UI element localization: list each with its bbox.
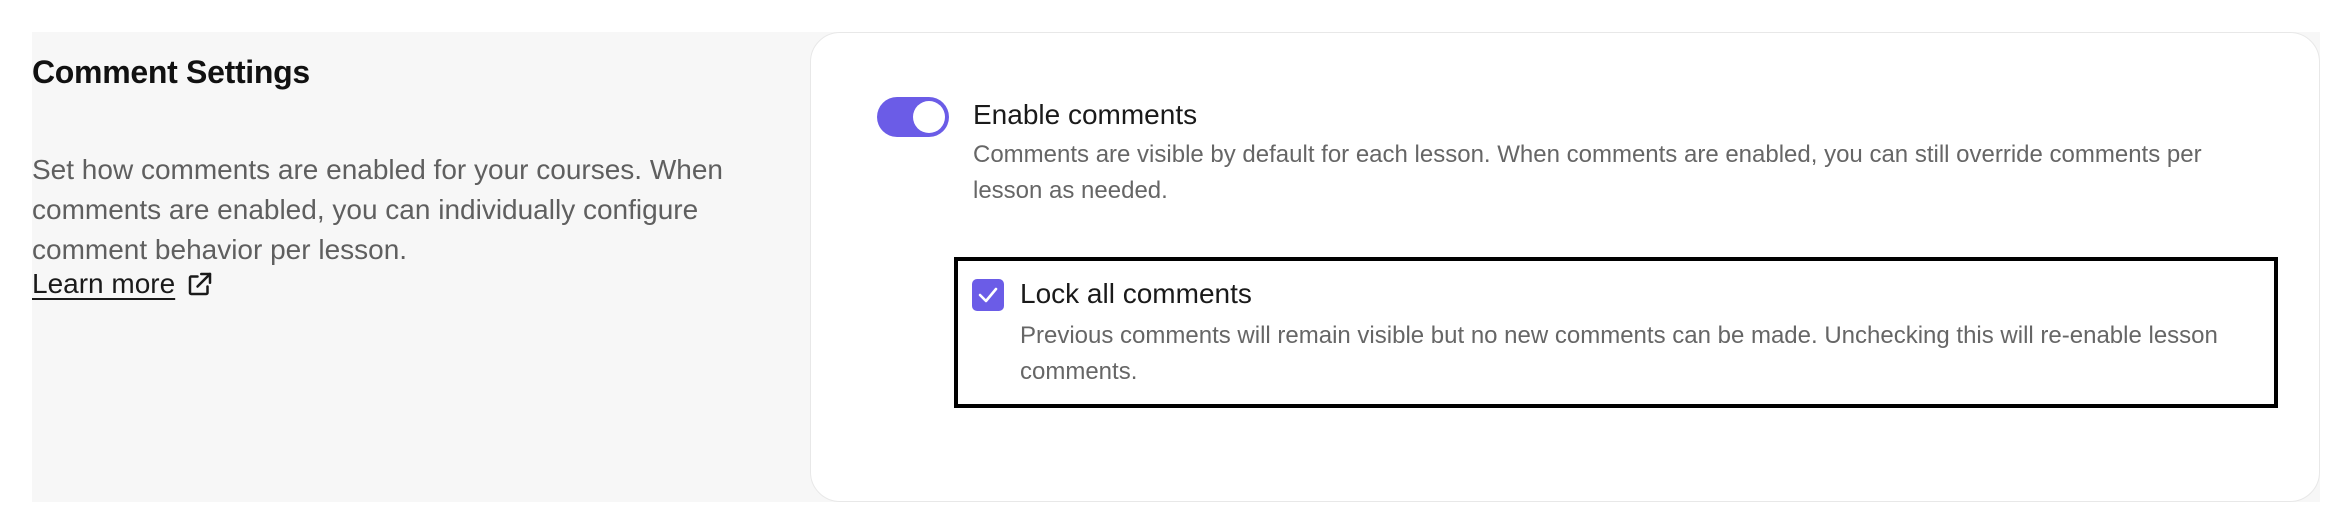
- lock-comments-option: Lock all comments Previous comments will…: [954, 257, 2278, 408]
- enable-comments-description: Comments are visible by default for each…: [973, 141, 2202, 204]
- learn-more-label: Learn more: [32, 268, 176, 299]
- checkmark-icon: [978, 287, 998, 303]
- lock-comments-label: Lock all comments: [1020, 278, 1252, 309]
- external-link-icon: [185, 269, 215, 299]
- learn-more-link[interactable]: Learn more: [32, 268, 215, 300]
- comment-settings-section: Comment Settings Set how comments are en…: [32, 32, 2320, 502]
- enable-comments-label: Enable comments: [973, 99, 1198, 130]
- lock-comments-description: Previous comments will remain visible bu…: [1020, 322, 2218, 385]
- section-title: Comment Settings: [32, 54, 310, 90]
- enable-comments-toggle[interactable]: [877, 97, 949, 137]
- lock-comments-checkbox[interactable]: [972, 279, 1004, 311]
- toggle-knob: [913, 101, 945, 133]
- settings-card: Enable comments Comments are visible by …: [810, 32, 2320, 502]
- section-description: Set how comments are enabled for your co…: [32, 154, 724, 265]
- settings-sidebar: Comment Settings Set how comments are en…: [32, 32, 792, 502]
